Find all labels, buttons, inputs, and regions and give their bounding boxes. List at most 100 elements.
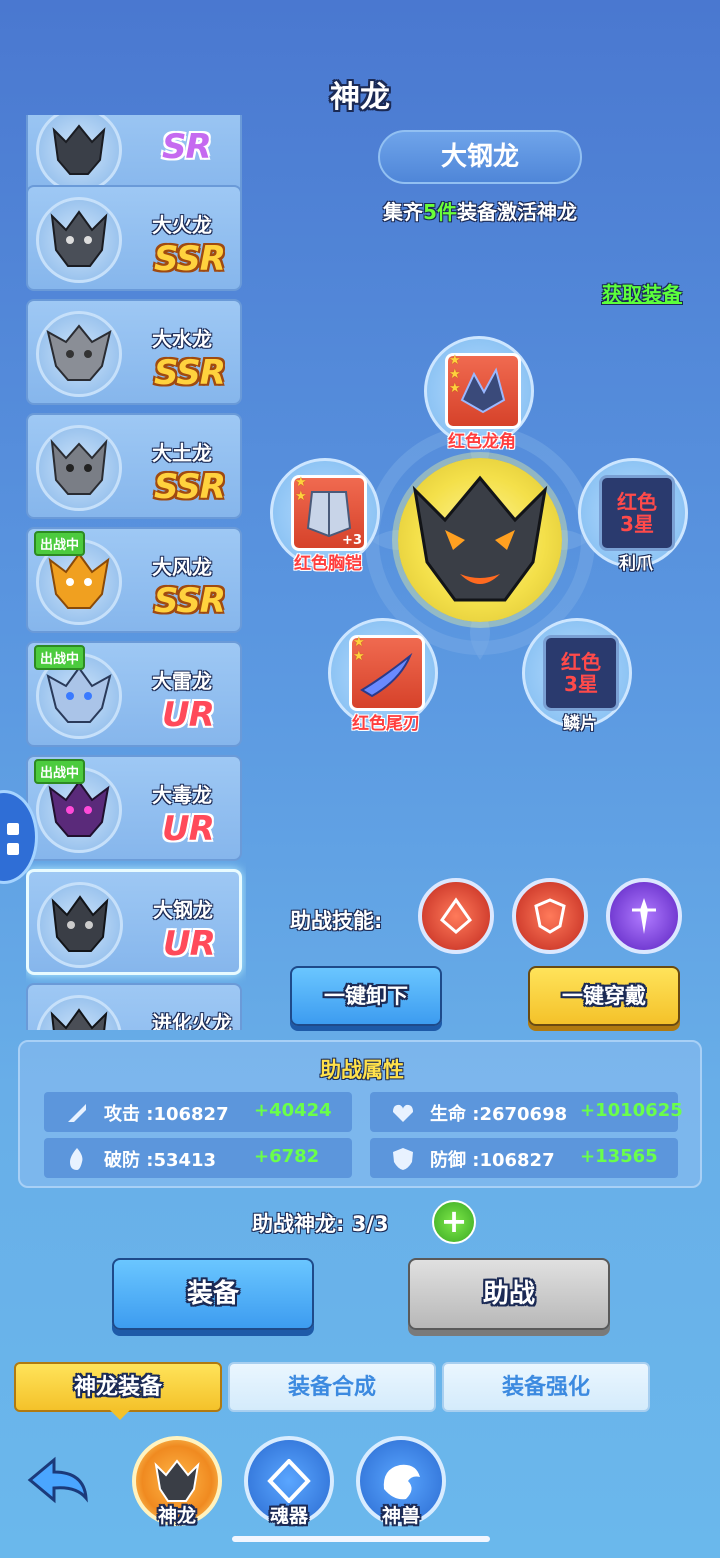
unequip-all-button[interactable]: 一键卸下 [290, 966, 442, 1026]
item-level: +3 [342, 533, 362, 548]
dragon-name: 大钢龙 [153, 898, 213, 922]
dragon-portrait [36, 197, 122, 283]
heart-icon [393, 1104, 413, 1122]
in-battle-badge: 出战中 [34, 531, 86, 556]
attribute-row-hp: 生命 :2670698 +1010625 [370, 1092, 683, 1132]
equipment-slot-tail[interactable]: ★ ★ 红色尾刃 [328, 618, 438, 734]
assist-attributes-panel: 助战属性 攻击 :106827 +40424 生命 :2670698 +1010… [18, 1040, 702, 1188]
attack-value: 攻击 :106827 [104, 1104, 229, 1125]
attribute-row-pierce: 破防 :53413 +6782 [44, 1138, 352, 1178]
dragon-name: 进化火龙 [152, 1011, 232, 1030]
dragon-card[interactable]: 大火龙 SSR [26, 185, 242, 291]
dragon-name: 大火龙 [152, 213, 212, 237]
equip-all-button[interactable]: 一键穿戴 [528, 966, 680, 1026]
slot-label: 红色尾刃 [352, 714, 420, 734]
attribute-row-attack: 攻击 :106827 +40424 [44, 1092, 352, 1132]
attributes-title: 助战属性 [320, 1058, 404, 1082]
equipment-slot-horn[interactable]: ★ ★ ★ 红色龙角 [424, 336, 534, 452]
in-battle-badge: 出战中 [34, 759, 86, 784]
beast-icon [383, 1464, 420, 1500]
star-icon: ★ [449, 381, 461, 396]
dragon-portrait [36, 995, 122, 1030]
skill-2-icon[interactable] [512, 878, 588, 954]
equipment-slot-scale[interactable]: 红色 3星 鳞片 [522, 618, 632, 734]
equipment-slot-claw[interactable]: 红色 3星 利爪 [578, 458, 688, 574]
assist-button[interactable]: 助战 [408, 1258, 610, 1330]
equip-button[interactable]: 装备 [112, 1258, 314, 1330]
menu-square-icon [7, 843, 19, 855]
shield-icon [393, 1148, 413, 1170]
soul-artifact-icon [267, 1459, 311, 1503]
tab-dragon-equipment[interactable]: 神龙装备 [14, 1362, 222, 1412]
attack-bonus: +40424 [254, 1100, 332, 1121]
claw-requirement: 红色 3星 [599, 475, 675, 551]
rarity-badge: SSR [154, 467, 226, 507]
dragon-name: 大雷龙 [152, 669, 212, 693]
dragon-list[interactable]: SR 大火龙 SSR 大水龙 SSR 大土龙 SSR 出战中 大风龙 SSR 出 [26, 115, 246, 1030]
tab-equipment-enhance[interactable]: 装备强化 [442, 1362, 650, 1412]
skill-1-icon[interactable] [418, 878, 494, 954]
star-icon: ★ [295, 475, 307, 490]
rarity-badge: UR [162, 809, 215, 849]
pierce-bonus: +6782 [254, 1146, 320, 1167]
dragon-name: 大毒龙 [152, 783, 212, 807]
dragon-card[interactable]: 进化火龙 [26, 983, 242, 1030]
obtain-equipment-link[interactable]: 获取装备 [602, 278, 682, 307]
page-title: 神龙 [330, 80, 390, 115]
rarity-badge: SR [162, 127, 212, 167]
nav-label: 神兽 [381, 1505, 420, 1527]
slot-label: 利爪 [619, 554, 653, 574]
nav-soul-artifact[interactable]: 魂器 [244, 1436, 334, 1527]
hp-value: 生命 :2670698 [430, 1104, 568, 1125]
dragon-portrait [37, 882, 123, 968]
nav-label: 魂器 [269, 1505, 308, 1527]
hp-bonus: +1010625 [580, 1100, 683, 1121]
home-indicator [232, 1536, 490, 1542]
dragon-icon [154, 1459, 200, 1502]
flame-icon [70, 1148, 83, 1170]
dragon-portrait [36, 115, 122, 193]
in-battle-badge: 出战中 [34, 645, 86, 670]
star-icon: ★ [295, 489, 307, 504]
skill-3-icon[interactable] [606, 878, 682, 954]
dragon-portrait [36, 311, 122, 397]
rarity-badge: SSR [154, 581, 226, 621]
star-icon: ★ [449, 353, 461, 368]
star-icon: ★ [353, 635, 365, 650]
equipment-slot-chest[interactable]: +3 ★ ★ 红色胸铠 [270, 458, 380, 574]
nav-label: 神龙 [157, 1505, 196, 1527]
rarity-badge: SSR [154, 239, 226, 279]
star-icon: ★ [449, 367, 461, 382]
star-icon: ★ [353, 649, 365, 664]
collect-hint: 集齐5件装备激活神龙 [383, 200, 577, 224]
dragon-name-banner: 大钢龙 [378, 130, 582, 184]
attack-icon [68, 1104, 86, 1122]
tab-pointer [110, 1410, 130, 1420]
pierce-value: 破防 :53413 [104, 1150, 217, 1171]
dragon-card[interactable]: 大水龙 SSR [26, 299, 242, 405]
dragon-card-selected[interactable]: 大钢龙 UR [26, 869, 242, 975]
slot-label: 红色胸铠 [294, 554, 362, 574]
dragon-card[interactable]: 大土龙 SSR [26, 413, 242, 519]
dragon-name: 大土龙 [152, 441, 212, 465]
slot-label: 鳞片 [563, 714, 597, 734]
back-arrow-icon[interactable] [24, 1450, 94, 1510]
assist-skills-label: 助战技能: [290, 909, 383, 933]
rarity-badge: UR [163, 924, 216, 964]
slot-label: 红色龙角 [448, 432, 516, 452]
defense-bonus: +13565 [580, 1146, 658, 1167]
selected-dragon-portrait [398, 458, 562, 622]
dragon-card[interactable]: 出战中 大毒龙 UR [26, 755, 242, 861]
dragon-card[interactable]: 出战中 大风龙 SSR [26, 527, 242, 633]
rarity-badge: SSR [154, 353, 226, 393]
nav-divine-beast[interactable]: 神兽 [356, 1436, 446, 1527]
scale-requirement: 红色 3星 [543, 635, 619, 711]
tab-equipment-craft[interactable]: 装备合成 [228, 1362, 436, 1412]
attribute-row-defense: 防御 :106827 +13565 [370, 1138, 678, 1178]
nav-dragon[interactable]: 神龙 [132, 1436, 222, 1527]
dragon-portrait [36, 425, 122, 511]
dragon-name: 大水龙 [152, 327, 212, 351]
menu-square-icon [7, 823, 19, 835]
add-assist-button[interactable]: + [432, 1200, 476, 1244]
dragon-card[interactable]: 出战中 大雷龙 UR [26, 641, 242, 747]
